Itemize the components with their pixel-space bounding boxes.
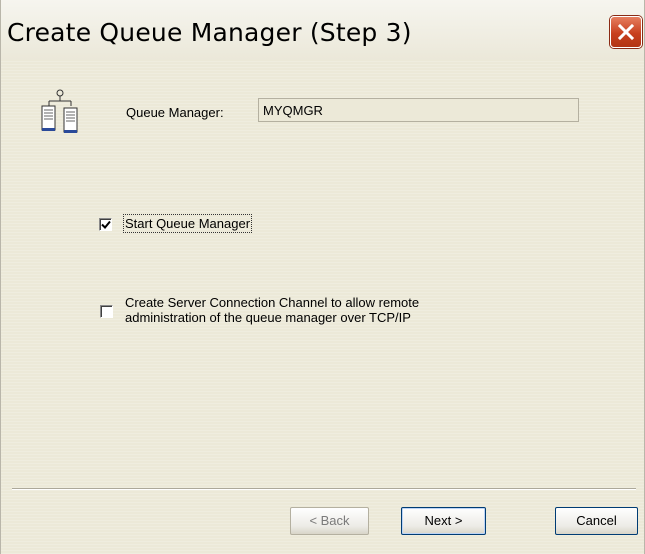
server-connection-channel-label-line2: administration of the queue manager over… (125, 310, 411, 325)
start-queue-manager-label[interactable]: Start Queue Manager (123, 214, 253, 233)
close-button[interactable] (610, 16, 642, 48)
server-connection-channel-label[interactable]: Create Server Connection Channel to allo… (125, 295, 419, 325)
server-connection-channel-label-line1: Create Server Connection Channel to allo… (125, 295, 420, 310)
queue-manager-label: Queue Manager: (126, 105, 224, 120)
checkmark-icon (101, 220, 111, 229)
back-button[interactable]: < Back (290, 507, 369, 535)
queue-manager-name-field: MYQMGR (258, 98, 579, 122)
start-queue-manager-checkbox[interactable] (99, 218, 112, 231)
next-button[interactable]: Next > (401, 507, 486, 535)
queue-manager-network-icon (39, 88, 83, 139)
button-separator (12, 488, 636, 490)
cancel-button[interactable]: Cancel (555, 507, 638, 535)
dialog-title: Create Queue Manager (Step 3) (7, 18, 412, 47)
server-connection-channel-checkbox[interactable] (100, 305, 113, 318)
create-queue-manager-dialog: Create Queue Manager (Step 3) Queue Mana… (0, 0, 645, 554)
title-bar[interactable]: Create Queue Manager (Step 3) (1, 0, 644, 60)
close-icon (617, 23, 635, 41)
